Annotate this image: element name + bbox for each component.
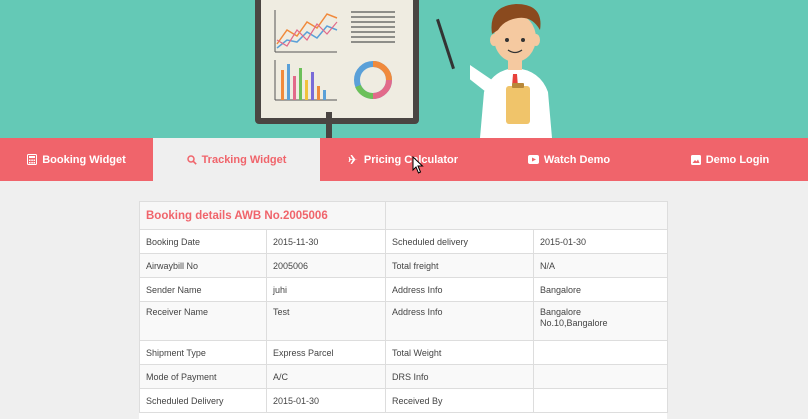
row-value: A/C <box>266 364 386 389</box>
table-row: Airwaybill No 2005006 Total freight N/A <box>139 253 668 278</box>
table-row: Receiver Name Test Address Info Bangalor… <box>139 301 668 341</box>
table-row: Mode of Payment A/C DRS Info <box>139 364 668 389</box>
presentation-board <box>255 0 419 124</box>
row-label: DRS Info <box>385 364 534 389</box>
youtube-icon <box>527 155 539 164</box>
plane-icon <box>348 154 359 165</box>
image-icon <box>690 154 701 165</box>
row-label: Sender Name <box>139 277 267 302</box>
nav-pricing-calculator[interactable]: Pricing Calculator <box>320 138 486 181</box>
row-value: Bangalore <box>533 277 668 302</box>
header-empty-cell <box>385 201 668 230</box>
row-value <box>533 340 668 365</box>
mouse-cursor-icon <box>412 156 424 174</box>
table-row: Scheduled Delivery 2015-01-30 Received B… <box>139 388 668 413</box>
booking-details-title: Booking details AWB No.2005006 <box>139 201 386 230</box>
row-value: N/A <box>533 253 668 278</box>
row-label: Address Info <box>385 277 534 302</box>
row-label: Airwaybill No <box>139 253 267 278</box>
table-row: Booking Date 2015-11-30 Scheduled delive… <box>139 229 668 254</box>
row-label: Booking Date <box>139 229 267 254</box>
nav-pricing-calculator-label: Pricing Calculator <box>363 153 459 166</box>
booking-details-table: Booking details AWB No.2005006 Booking D… <box>139 201 668 413</box>
row-value <box>533 388 668 413</box>
row-value: 2015-11-30 <box>266 229 386 254</box>
nav-booking-widget-label: Booking Widget <box>42 153 126 166</box>
row-label: Total freight <box>385 253 534 278</box>
search-icon <box>186 154 197 165</box>
nav-tracking-widget[interactable]: Tracking Widget <box>153 138 320 181</box>
nav-watch-demo-label: Watch Demo <box>543 153 611 166</box>
board-stand <box>326 112 332 138</box>
calculator-icon <box>27 154 38 165</box>
row-value <box>533 364 668 389</box>
nav-watch-demo[interactable]: Watch Demo <box>486 138 652 181</box>
row-value: 2015-01-30 <box>533 229 668 254</box>
hero-banner <box>0 0 808 138</box>
table-row: Shipment Type Express Parcel Total Weigh… <box>139 340 668 365</box>
row-value: juhi <box>266 277 386 302</box>
nav-demo-login[interactable]: Demo Login <box>652 138 808 181</box>
row-value: 2015-01-30 <box>266 388 386 413</box>
row-label: Mode of Payment <box>139 364 267 389</box>
row-label: Address Info <box>385 301 534 341</box>
row-value: Bangalore No.10,Bangalore <box>533 301 668 341</box>
presenter-illustration <box>470 4 552 138</box>
row-label: Scheduled delivery <box>385 229 534 254</box>
widget-nav: Booking Widget Tracking Widget Pricing C… <box>0 138 808 181</box>
charts-illustration <box>274 10 395 101</box>
table-header-row: Booking details AWB No.2005006 <box>139 201 668 230</box>
row-label: Receiver Name <box>139 301 267 341</box>
row-label: Received By <box>385 388 534 413</box>
nav-tracking-widget-label: Tracking Widget <box>201 153 287 166</box>
row-label: Scheduled Delivery <box>139 388 267 413</box>
row-label: Total Weight <box>385 340 534 365</box>
row-value: Express Parcel <box>266 340 386 365</box>
row-label: Shipment Type <box>139 340 267 365</box>
pointer-stick <box>436 18 455 70</box>
address-line-1: Bangalore <box>540 307 582 317</box>
nav-demo-login-label: Demo Login <box>705 153 770 166</box>
row-value: 2005006 <box>266 253 386 278</box>
row-value: Test <box>266 301 386 341</box>
booking-details-panel: Booking details AWB No.2005006 Booking D… <box>139 201 668 419</box>
nav-booking-widget[interactable]: Booking Widget <box>0 138 153 181</box>
address-line-2: No.10,Bangalore <box>540 318 608 328</box>
table-row: Sender Name juhi Address Info Bangalore <box>139 277 668 302</box>
